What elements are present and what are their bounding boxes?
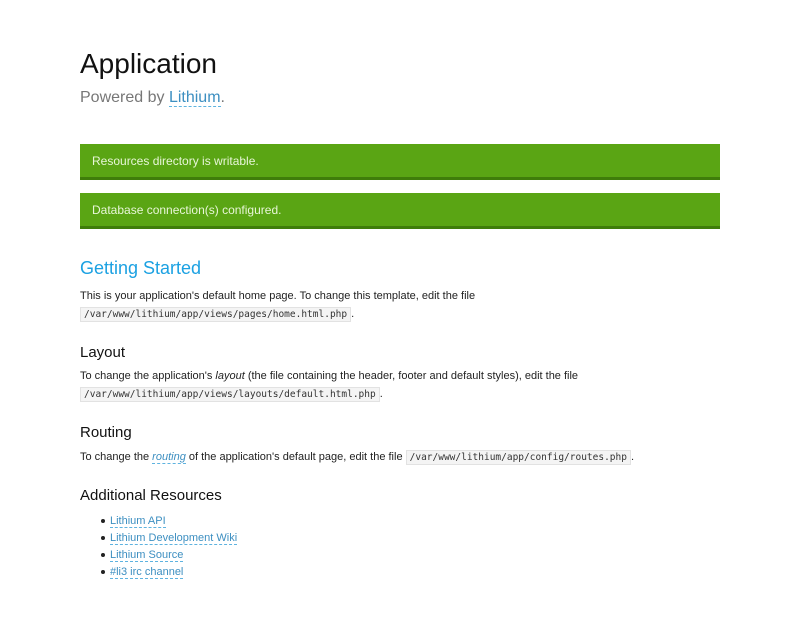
- bullet-icon: [101, 519, 105, 523]
- additional-resources-heading: Additional Resources: [80, 487, 222, 504]
- bullet-icon: [101, 536, 105, 540]
- getting-started-description: This is your application's default home …: [80, 290, 476, 302]
- resources-list: Lithium API Lithium Development Wiki Lit…: [80, 513, 238, 581]
- list-item: Lithium API: [80, 513, 237, 530]
- bullet-icon: [101, 570, 105, 574]
- getting-started-suffix: .: [351, 308, 355, 320]
- routes-config-path: /var/www/lithium/app/config/routes.php: [405, 450, 631, 465]
- powered-by-suffix: .: [220, 89, 225, 106]
- routing-text: To change the routing of the application…: [80, 448, 720, 467]
- layout-heading: Layout: [80, 344, 126, 361]
- layout-emphasis: layout: [215, 370, 245, 382]
- routing-heading: Routing: [80, 424, 132, 441]
- powered-by-line: Powered by Lithium.: [80, 88, 225, 108]
- lithium-wiki-link[interactable]: Lithium Development Wiki: [110, 532, 238, 545]
- irc-channel-link[interactable]: #li3 irc channel: [110, 566, 184, 579]
- layout-text: To change the application's layout (the …: [80, 367, 720, 404]
- layout-text-before: To change the application's: [80, 370, 216, 382]
- alert-database-configured: Database connection(s) configured.: [80, 193, 720, 229]
- routing-link[interactable]: routing: [152, 451, 186, 464]
- routing-text-after: of the application's default page, edit …: [185, 451, 406, 463]
- layout-template-path: /var/www/lithium/app/views/layouts/defau…: [80, 387, 380, 402]
- lithium-source-link[interactable]: Lithium Source: [110, 549, 184, 562]
- home-template-path: /var/www/lithium/app/views/pages/home.ht…: [80, 307, 352, 322]
- page-title: Application: [80, 48, 217, 79]
- layout-suffix: .: [379, 388, 383, 400]
- lithium-api-link[interactable]: Lithium API: [110, 515, 166, 528]
- bullet-icon: [101, 553, 105, 557]
- powered-by-prefix: Powered by: [80, 89, 169, 106]
- routing-text-before: To change the: [80, 451, 153, 463]
- lithium-link[interactable]: Lithium: [168, 89, 221, 107]
- routing-suffix: .: [630, 451, 635, 463]
- getting-started-text: This is your application's default home …: [80, 287, 720, 324]
- alert-resources-writable: Resources directory is writable.: [80, 144, 720, 180]
- list-item: Lithium Source: [80, 547, 237, 564]
- getting-started-heading: Getting Started: [80, 258, 202, 278]
- list-item: Lithium Development Wiki: [80, 530, 238, 547]
- list-item: #li3 irc channel: [80, 564, 237, 581]
- layout-text-after: (the file containing the header, footer …: [244, 370, 579, 382]
